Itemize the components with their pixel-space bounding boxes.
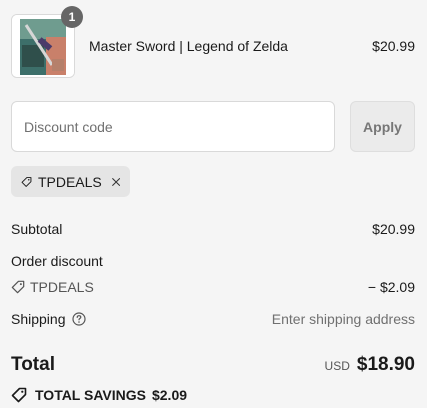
line-item: 1 Master Sword | Legend of Zelda $20.99 bbox=[11, 6, 415, 78]
applied-code-text: TPDEALS bbox=[37, 173, 102, 190]
discount-value: − $2.09 bbox=[367, 279, 415, 295]
apply-discount-button[interactable]: Apply bbox=[350, 101, 415, 152]
tag-icon bbox=[11, 280, 25, 294]
applied-discount-tag: TPDEALS bbox=[11, 166, 130, 197]
item-name: Master Sword | Legend of Zelda bbox=[89, 38, 288, 54]
total-savings-row: TOTAL SAVINGS $2.09 bbox=[11, 387, 415, 405]
total-currency: USD bbox=[324, 359, 350, 373]
total-row: Total USD $18.90 bbox=[11, 354, 415, 378]
discount-code-text: TPDEALS bbox=[30, 279, 94, 295]
order-discount-row: Order discount bbox=[11, 253, 415, 271]
shipping-row: Shipping Enter shipping address bbox=[11, 311, 415, 329]
tag-icon bbox=[21, 176, 32, 187]
subtotal-value: $20.99 bbox=[372, 221, 415, 237]
discount-detail-row: TPDEALS − $2.09 bbox=[11, 279, 415, 297]
total-label: Total bbox=[11, 354, 55, 375]
discount-code-input[interactable] bbox=[11, 101, 335, 152]
help-icon[interactable] bbox=[71, 312, 86, 326]
quantity-badge: 1 bbox=[61, 6, 83, 28]
total-value: $18.90 bbox=[356, 354, 415, 375]
shipping-label: Shipping bbox=[11, 311, 66, 327]
total-savings-value: $2.09 bbox=[151, 387, 188, 403]
order-summary: 1 Master Sword | Legend of Zelda $20.99 … bbox=[0, 0, 427, 408]
remove-discount-icon[interactable] bbox=[111, 176, 120, 188]
order-discount-label: Order discount bbox=[11, 253, 103, 269]
total-savings-label: TOTAL SAVINGS bbox=[35, 387, 146, 403]
subtotal-label: Subtotal bbox=[11, 221, 63, 237]
discount-code-label: TPDEALS bbox=[11, 279, 94, 295]
item-price: $20.99 bbox=[372, 38, 415, 54]
shipping-value: Enter shipping address bbox=[271, 311, 415, 327]
tag-icon bbox=[11, 387, 27, 403]
subtotal-row: Subtotal $20.99 bbox=[11, 221, 415, 239]
total-value-group: USD $18.90 bbox=[325, 354, 415, 376]
total-savings: TOTAL SAVINGS $2.09 bbox=[11, 387, 187, 403]
shipping-label-group: Shipping bbox=[11, 311, 86, 327]
